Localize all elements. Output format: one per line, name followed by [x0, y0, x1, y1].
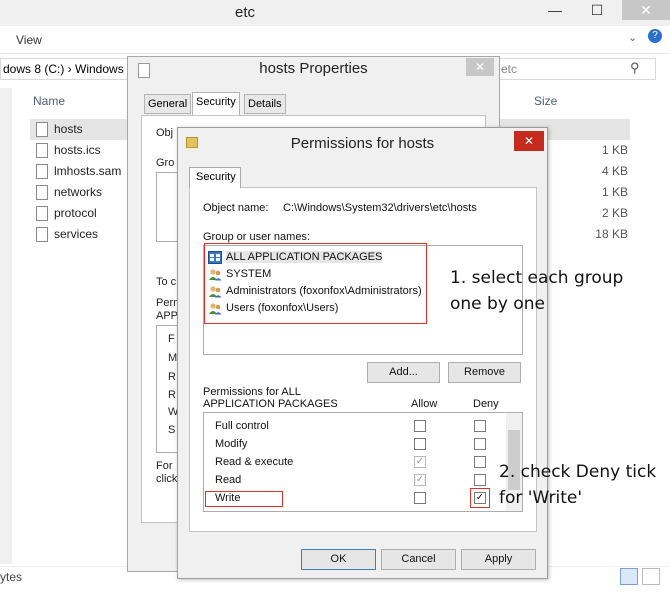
help-icon[interactable]: ?: [648, 29, 662, 43]
tab-details[interactable]: Details: [244, 94, 286, 114]
object-name-label: Object name:: [203, 202, 269, 214]
annotation-box-groups: [204, 243, 427, 324]
object-name-value: C:\Windows\System32\drivers\etc\hosts: [283, 202, 477, 214]
minimize-button[interactable]: —: [540, 0, 570, 21]
navigation-pane-scrollbar[interactable]: [0, 88, 12, 564]
permissions-label-fragment-2: APP: [156, 310, 179, 322]
perm-fragment: M: [168, 352, 178, 364]
file-icon: [36, 185, 48, 200]
file-name: networks: [54, 185, 103, 199]
object-name-label-fragment: Obj: [156, 127, 174, 139]
perm-fragment: R: [168, 371, 176, 383]
explorer-close-button[interactable]: ✕: [622, 0, 670, 20]
file-icon: [36, 164, 48, 179]
deny-write-checkbox[interactable]: ✓: [474, 492, 486, 504]
permission-name: Full control: [215, 420, 269, 432]
permissions-for-label-line2: APPLICATION PACKAGES: [203, 398, 338, 410]
permission-row-read: Read: [215, 472, 495, 490]
maximize-button[interactable]: ☐: [582, 0, 612, 21]
allow-full-control-checkbox[interactable]: [414, 420, 426, 432]
to-change-fragment: To c: [156, 276, 177, 288]
search-icon: ⚲: [630, 60, 640, 75]
permissions-title: Permissions for hosts: [290, 135, 435, 152]
annotation-step2-line2: for 'Write': [499, 488, 583, 508]
perm-fragment: S: [168, 424, 176, 436]
add-button[interactable]: Add...: [367, 362, 440, 383]
ok-button[interactable]: OK: [301, 549, 376, 570]
file-name: lmhosts.sam: [54, 164, 122, 178]
tab-security[interactable]: Security: [189, 167, 241, 188]
annotation-step1-line1: 1. select each group: [450, 268, 624, 288]
file-size: 2 KB: [601, 206, 628, 220]
properties-title: hosts Properties: [259, 60, 368, 77]
group-label-fragment: Gro: [156, 157, 175, 169]
permission-name: Read: [215, 474, 242, 486]
permission-name: Read & execute: [215, 456, 294, 468]
allow-write-checkbox[interactable]: [414, 492, 426, 504]
tab-security[interactable]: Security: [192, 92, 240, 116]
advanced-text-fragment-2: click: [156, 473, 178, 485]
perm-fragment: F: [168, 333, 175, 345]
allow-read-checkbox[interactable]: ✓: [414, 474, 426, 486]
file-name: hosts.ics: [54, 143, 101, 157]
file-name: services: [54, 227, 99, 241]
file-icon: [36, 122, 48, 137]
permission-name: Modify: [215, 438, 248, 450]
remove-button[interactable]: Remove: [448, 362, 521, 383]
apply-button[interactable]: Apply: [461, 549, 536, 570]
allow-modify-checkbox[interactable]: [414, 438, 426, 450]
details-view-icon[interactable]: [620, 568, 638, 585]
tab-general[interactable]: General: [144, 94, 192, 114]
file-name: hosts: [54, 122, 83, 136]
explorer-window-title: etc: [234, 4, 255, 21]
perm-fragment: R: [168, 389, 176, 401]
ribbon-bar: [0, 26, 670, 54]
large-icons-view-icon[interactable]: [642, 568, 660, 585]
file-size: 1 KB: [601, 143, 628, 157]
file-size: 1 KB: [601, 185, 628, 199]
file-icon: [36, 227, 48, 242]
column-header-size[interactable]: Size: [534, 94, 557, 108]
annotation-box-write: [205, 491, 283, 507]
permissions-close-button[interactable]: ✕: [514, 131, 544, 151]
permission-row-full-control: Full control: [215, 418, 495, 436]
chevron-down-icon[interactable]: ⌄: [628, 31, 637, 44]
properties-close-button[interactable]: ✕: [466, 58, 494, 76]
group-names-label: Group or user names:: [203, 231, 310, 243]
status-text: ytes: [0, 570, 23, 584]
deny-full-control-checkbox[interactable]: [474, 420, 486, 432]
permission-row-read-execute: Read & execute: [215, 454, 495, 472]
deny-read-execute-checkbox[interactable]: [474, 456, 486, 468]
allow-read-execute-checkbox[interactable]: ✓: [414, 456, 426, 468]
file-name: protocol: [54, 206, 97, 220]
file-icon: [36, 206, 48, 221]
group-list-fragment: [156, 172, 178, 242]
annotation-step1-line2: one by one: [450, 294, 545, 314]
file-size: 18 KB: [595, 227, 628, 241]
file-icon: [36, 143, 48, 158]
allow-column-header: Allow: [411, 398, 438, 410]
annotation-step2-line1: 2. check Deny tick: [499, 462, 657, 482]
cancel-button[interactable]: Cancel: [381, 549, 456, 570]
permission-row-modify: Modify: [215, 436, 495, 454]
deny-read-checkbox[interactable]: [474, 474, 486, 486]
column-header-name[interactable]: Name: [33, 94, 65, 108]
deny-column-header: Deny: [473, 398, 499, 410]
advanced-text-fragment: For: [156, 460, 173, 472]
permissions-for-label-line1: Permissions for ALL: [203, 386, 301, 398]
file-size: 4 KB: [601, 164, 628, 178]
deny-modify-checkbox[interactable]: [474, 438, 486, 450]
ribbon-view-tab[interactable]: View: [16, 33, 42, 47]
